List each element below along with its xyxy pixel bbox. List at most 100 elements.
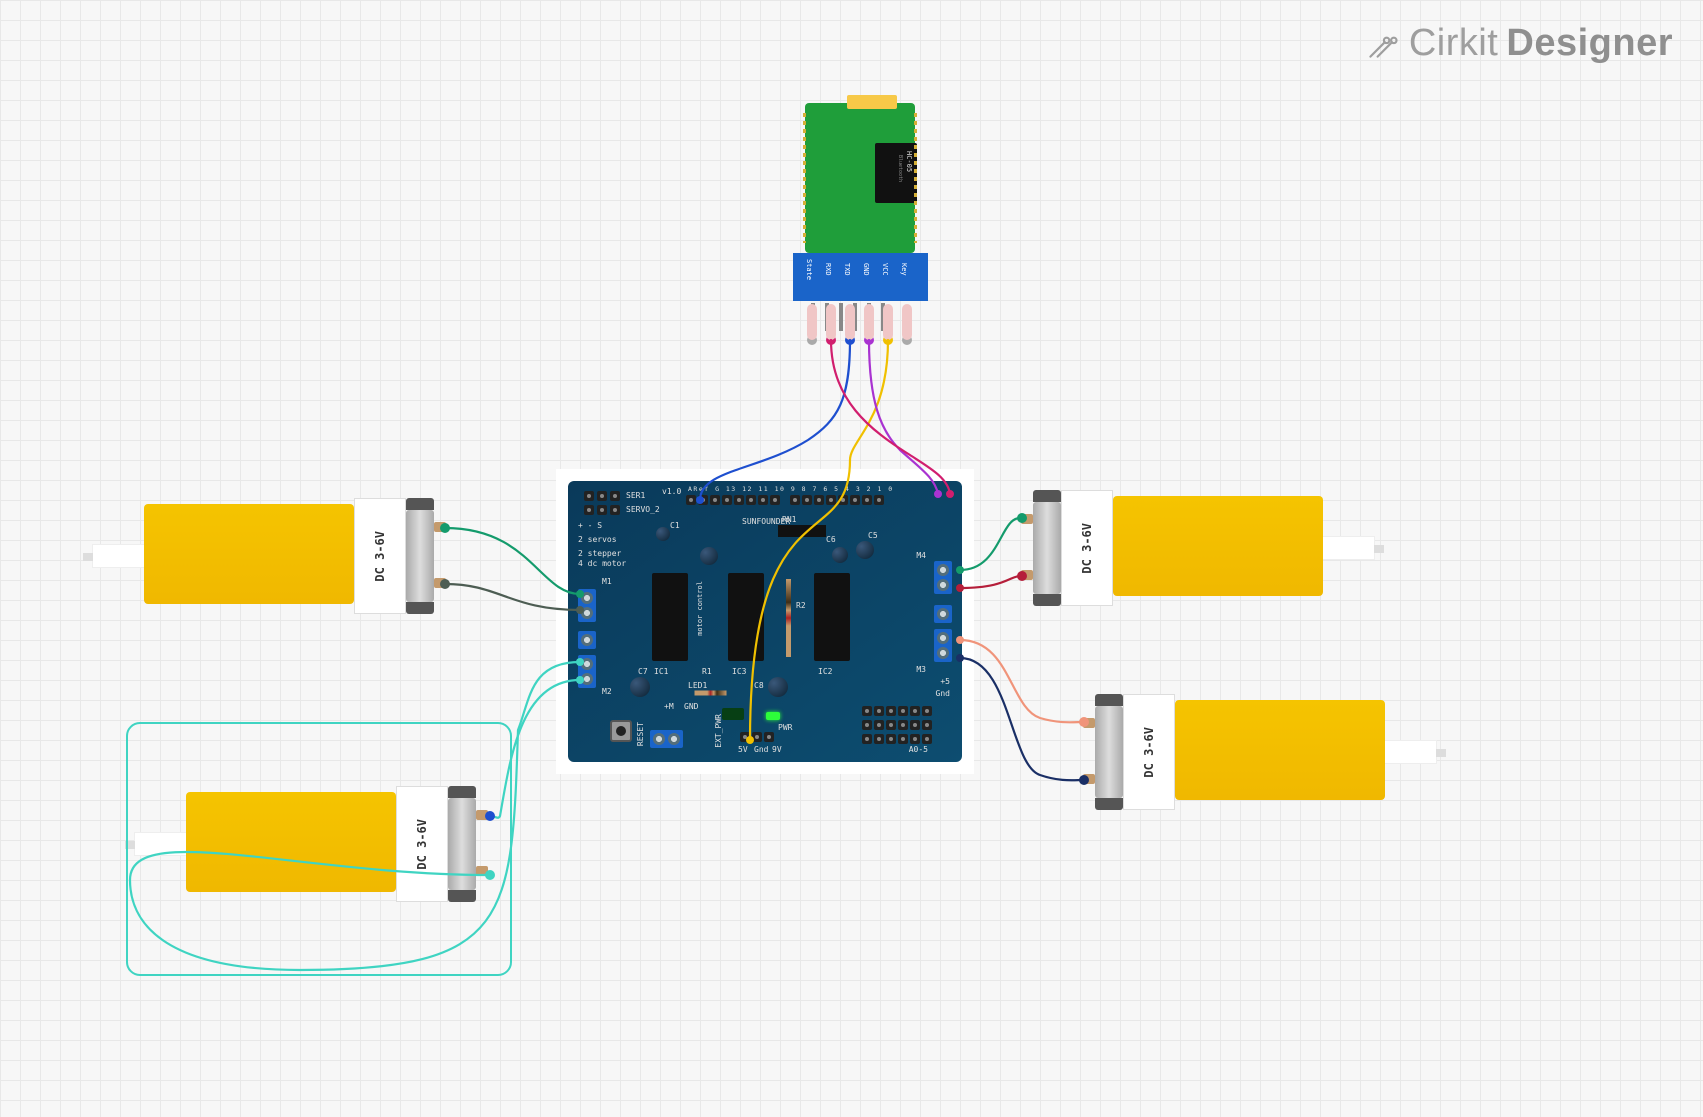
- hc05-dot-key: [902, 335, 912, 345]
- motor-body: [186, 792, 396, 892]
- shield-c5: [856, 541, 874, 559]
- silk-motorctrl: motor control: [696, 581, 704, 636]
- hc05-pcb: HC-05 Bluetooth: [805, 103, 915, 253]
- shield-tb-gnd1: [578, 631, 596, 649]
- silk-servo2: SERVO_2: [626, 505, 660, 514]
- silk-m4: M4: [916, 551, 926, 560]
- shield-hdr-pwr: [740, 732, 774, 742]
- silk-c5: C5: [868, 531, 878, 540]
- silk-led1: LED1: [688, 681, 707, 690]
- motor-gearbox: DC 3-6V: [1061, 490, 1113, 606]
- silk-reset: RESET: [636, 722, 645, 746]
- brand-bold: Designer: [1506, 22, 1673, 65]
- shield-led-pwr: [766, 712, 780, 720]
- silk-c8: C8: [754, 681, 764, 690]
- shield-tb-gnd2: [934, 605, 952, 623]
- hc05-antenna: [847, 95, 897, 109]
- silk-m3: M3: [916, 665, 926, 674]
- silk-9v: 9V: [772, 745, 782, 754]
- motor-shaft: [134, 832, 188, 856]
- motor-terminal-b: [434, 578, 446, 588]
- hc05-dot-vcc: [883, 335, 893, 345]
- motor-terminal-a: [476, 810, 488, 820]
- motor-can: [1033, 502, 1061, 594]
- hc05-lbl-key: Key: [900, 263, 908, 276]
- hc05-dot-rxd: [826, 335, 836, 345]
- component-motor-br[interactable]: DC 3-6V: [1077, 694, 1437, 810]
- motor-label: DC 3-6V: [1080, 523, 1094, 574]
- silk-m2: M2: [602, 687, 612, 696]
- silk-pwr: PWR: [778, 723, 792, 732]
- shield-hdr-analog: [862, 734, 932, 744]
- silk-dc: 4 dc motor: [578, 559, 626, 568]
- diagram-canvas[interactable]: Cirkit Designer HC-05 Bluetooth State RX…: [0, 0, 1703, 1117]
- silk-ic1: IC1: [654, 667, 668, 676]
- shield-hdr-ser1: [584, 491, 620, 501]
- motor-label: DC 3-6V: [1142, 727, 1156, 778]
- silk-a05: A0-5: [909, 745, 928, 754]
- motor-shaft: [92, 544, 146, 568]
- shield-tb-m3: [934, 629, 952, 662]
- logo-icon: [1365, 26, 1401, 62]
- hc05-chip-label: HC-05: [905, 151, 913, 172]
- shield-c1: [656, 527, 670, 541]
- component-motor-bl[interactable]: DC 3-6V: [134, 786, 494, 902]
- silk-m1: M1: [602, 577, 612, 586]
- shield-tb-m2: [578, 655, 596, 688]
- silk-rn1: RN1: [782, 515, 796, 524]
- silk-stepper: 2 stepper: [578, 549, 621, 558]
- hc05-lbl-gnd: GND: [862, 263, 870, 276]
- shield-extpwr-jumper: [722, 708, 744, 720]
- shield-c8: [768, 677, 788, 697]
- motor-body: [1113, 496, 1323, 596]
- component-motor-tl[interactable]: DC 3-6V: [92, 498, 452, 614]
- hc05-lbl-txd: TXD: [843, 263, 851, 276]
- silk-c7: C7: [638, 667, 648, 676]
- shield-r2: [786, 579, 791, 657]
- shield-c7: [630, 677, 650, 697]
- shield-r1: [695, 691, 727, 696]
- shield-reset-btn: [610, 720, 632, 742]
- silk-ic2: IC2: [818, 667, 832, 676]
- shield-ic1: [652, 573, 688, 661]
- shield-c6: [832, 547, 848, 563]
- motor-shaft: [1383, 740, 1437, 764]
- brand-light: Cirkit: [1409, 22, 1499, 65]
- motor-gearbox: DC 3-6V: [354, 498, 406, 614]
- motor-body: [1175, 700, 1385, 800]
- hc05-chip-sub: Bluetooth: [897, 155, 903, 182]
- silk-5v: 5V: [738, 745, 748, 754]
- silk-ic3: IC3: [732, 667, 746, 676]
- motor-shaft: [1321, 536, 1375, 560]
- motor-terminal-a: [434, 522, 446, 532]
- motor-label: DC 3-6V: [373, 531, 387, 582]
- hc05-lbl-rxd: RXD: [824, 263, 832, 276]
- motor-terminal-b: [1083, 774, 1095, 784]
- motor-gearbox: DC 3-6V: [396, 786, 448, 902]
- shield-tb-m4: [934, 561, 952, 594]
- shield-tb-m1: [578, 589, 596, 622]
- shield-ic2: [814, 573, 850, 661]
- silk-extpwr: EXT_PWR: [714, 714, 723, 748]
- silk-pms: + - S: [578, 521, 602, 530]
- hc05-chip: HC-05 Bluetooth: [875, 143, 917, 203]
- silk-ser1: SER1: [626, 491, 645, 500]
- motor-body: [144, 504, 354, 604]
- motor-terminal-b: [1021, 570, 1033, 580]
- silk-gnd2: Gnd: [754, 745, 768, 754]
- hc05-breakout: State RXD TXD GND VCC Key: [793, 253, 928, 301]
- component-motor-shield[interactable]: SER1 SERVO_2 v1.0 + - S 2 servos 2 stepp…: [556, 469, 974, 774]
- silk-servos: 2 servos: [578, 535, 617, 544]
- silk-version: v1.0: [662, 487, 681, 496]
- hc05-dot-state: [807, 335, 817, 345]
- hc05-pins: [811, 303, 885, 331]
- silk-gnd3: Gnd: [936, 689, 950, 698]
- silk-gnd: GND: [684, 702, 698, 711]
- component-motor-tr[interactable]: DC 3-6V: [1015, 490, 1375, 606]
- hc05-lbl-vcc: VCC: [881, 263, 889, 276]
- component-hc05[interactable]: HC-05 Bluetooth State RXD TXD GND VCC Ke…: [793, 103, 928, 333]
- shield-rn1: [778, 525, 826, 537]
- motor-gearbox: DC 3-6V: [1123, 694, 1175, 810]
- silk-r2: R2: [796, 601, 806, 610]
- hc05-dot-txd: [845, 335, 855, 345]
